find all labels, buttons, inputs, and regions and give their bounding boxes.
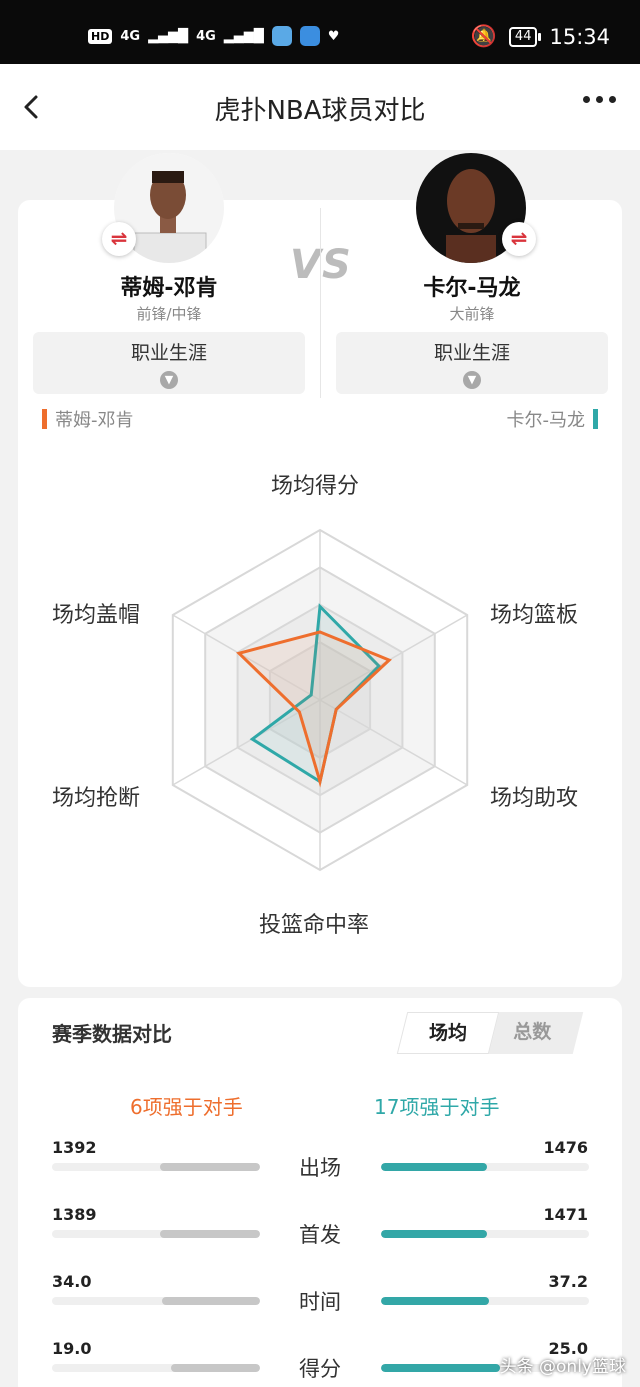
hotspot-icon [299,26,320,46]
career-select-label: 职业生涯 [130,342,207,364]
section-title: 赛季数据对比 [52,1022,172,1046]
app-notification-icon [271,26,292,46]
career-select-label: 职业生涯 [433,342,510,364]
chevron-down-icon: ▼ [463,371,481,389]
radar-chart: 场均得分 场均篮板 场均助攻 投篮命中率 场均抢断 场均盖帽 [0,430,640,970]
legend-color-bar [42,409,47,429]
player2-summary: 17项强于对手 [374,1095,500,1119]
radar-label-points: 场均得分 [271,474,360,499]
legend-label: 卡尔-马龙 [506,410,586,431]
player2-name: 卡尔-马龙 [423,276,521,301]
network-4g-indicator: 4G [120,28,141,44]
player1-name: 蒂姆-邓肯 [120,276,218,301]
legend-player2: 卡尔-马龙 [506,406,598,432]
swap-player2-button[interactable]: ⇌ [502,222,536,256]
chevron-down-icon: ▼ [160,371,178,389]
swap-player1-button[interactable]: ⇌ [102,222,136,256]
status-left: HD 4G ▂▄▆█ 4G ▂▄▆█ ♥ [88,26,339,46]
status-bar: HD 4G ▂▄▆█ 4G ▂▄▆█ ♥ 🔕 44 15:34 [0,0,640,64]
stat-row: 34.0 37.2 时间 [0,1272,640,1336]
radar-label-rebounds: 场均篮板 [490,603,579,628]
tab-average-label: 场均 [428,1022,467,1044]
stat-label: 出场 [299,1156,341,1180]
center-divider [320,208,321,398]
radar-label-blocks: 场均盖帽 [52,603,141,628]
player1-position: 前锋/中锋 [136,305,202,323]
tab-average[interactable]: 场均 [396,1012,500,1054]
battery-icon: 44 [508,26,541,47]
player1-career-select[interactable]: 职业生涯 ▼ [33,332,305,394]
legend-color-bar [593,409,598,429]
dot-icon [583,96,590,103]
radar-label-fg-pct: 投篮命中率 [259,913,370,938]
radar-label-assists: 场均助攻 [490,786,579,811]
signal-icon: ▂▄▆█ [148,28,189,44]
nav-bar: 虎扑NBA球员对比 [0,64,640,150]
legend-label: 蒂姆-邓肯 [55,410,134,431]
stat-row: 1389 1471 首发 [0,1205,640,1269]
legend-player1: 蒂姆-邓肯 [42,406,134,432]
player2-career-select[interactable]: 职业生涯 ▼ [336,332,608,394]
radar-chart-svg [171,528,469,872]
signal-icon-2: ▂▄▆█ [223,28,264,44]
stat-label: 时间 [299,1290,341,1314]
clock: 15:34 [549,24,610,49]
dot-icon [596,96,603,103]
health-heart-icon: ♥ [327,28,340,44]
stat-label: 首发 [299,1223,341,1247]
status-right: 🔕 44 15:34 [471,24,610,49]
dot-icon [609,96,616,103]
radar-label-steals: 场均抢断 [52,786,141,811]
stat-mode-toggle: 总数 场均 [396,1012,584,1054]
stat-row: 1392 1476 出场 [0,1138,640,1202]
player2-position: 大前锋 [449,305,495,323]
player1-summary: 6项强于对手 [130,1095,243,1119]
hd-indicator: HD [88,28,113,44]
tab-total-label: 总数 [513,1021,552,1043]
watermark: 头条 @only篮球 [499,1357,626,1377]
page-title: 虎扑NBA球员对比 [214,96,426,126]
mute-bell-icon: 🔕 [470,24,497,48]
network-4g-indicator-2: 4G [196,28,216,44]
more-options-button[interactable] [583,96,616,103]
